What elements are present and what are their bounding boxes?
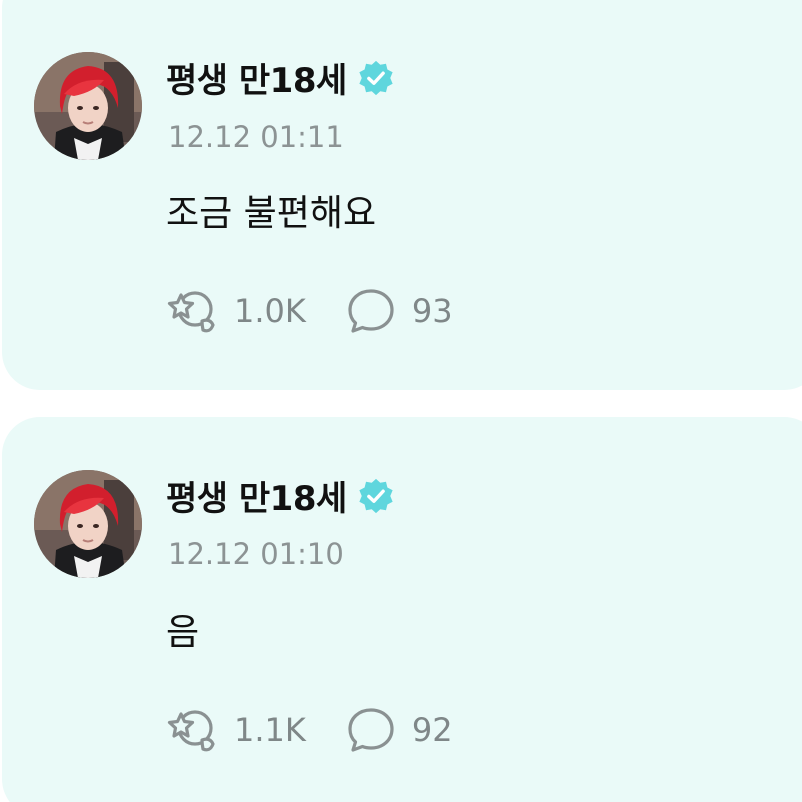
post-timestamp: 12.12 01:11 — [168, 120, 344, 154]
post-text: 조금 불편해요 — [166, 193, 377, 234]
comment-button[interactable]: 93 — [344, 285, 453, 337]
reaction-count: 1.0K — [234, 292, 306, 330]
post-actions: 1.0K 93 — [166, 285, 491, 337]
post-card[interactable]: 평생 만18세 12.12 01:11 조금 불편해요 1.0K 93 — [2, 0, 802, 390]
reaction-icon — [166, 704, 220, 756]
verified-badge-icon — [357, 59, 395, 97]
comment-count: 92 — [411, 711, 453, 749]
post-timestamp: 12.12 01:10 — [168, 537, 344, 571]
author-name[interactable]: 평생 만18세 — [166, 471, 347, 520]
avatar[interactable] — [34, 470, 142, 578]
post-actions: 1.1K 92 — [166, 704, 491, 756]
speech-bubble-icon — [344, 704, 398, 756]
post-text: 음 — [166, 612, 200, 653]
avatar-image — [34, 52, 142, 160]
reaction-button[interactable]: 1.0K — [166, 285, 306, 337]
verified-badge-icon — [357, 477, 395, 515]
reaction-icon — [166, 285, 220, 337]
speech-bubble-icon — [344, 285, 398, 337]
author-row: 평생 만18세 — [166, 53, 395, 102]
comment-button[interactable]: 92 — [344, 704, 453, 756]
post-feed: 평생 만18세 12.12 01:11 조금 불편해요 1.0K 93 평생 만… — [0, 0, 802, 802]
post-card[interactable]: 평생 만18세 12.12 01:10 음 1.1K 92 — [2, 417, 802, 802]
author-row: 평생 만18세 — [166, 471, 395, 520]
reaction-button[interactable]: 1.1K — [166, 704, 306, 756]
author-name[interactable]: 평생 만18세 — [166, 53, 347, 102]
avatar-image — [34, 470, 142, 578]
avatar[interactable] — [34, 52, 142, 160]
reaction-count: 1.1K — [234, 711, 306, 749]
comment-count: 93 — [411, 292, 453, 330]
